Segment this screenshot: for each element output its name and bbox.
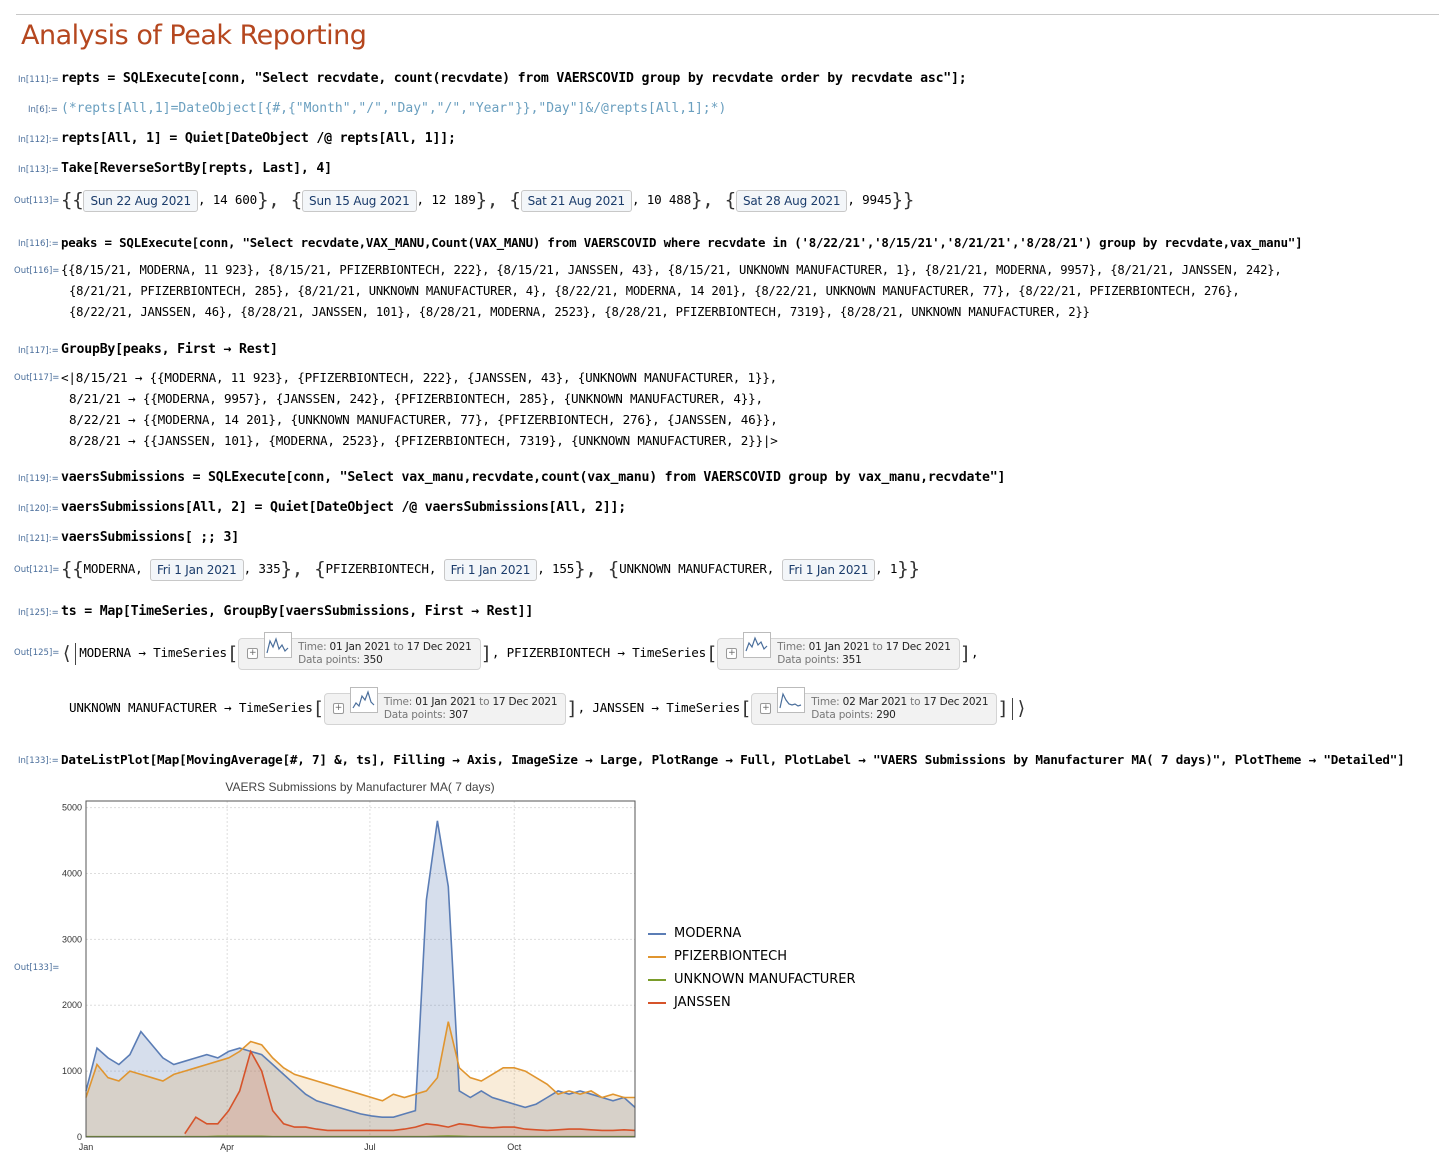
- input-cell-116[interactable]: peaks = SQLExecute[conn, "Select recvdat…: [61, 235, 1303, 250]
- input-label: In[117]:=: [18, 346, 59, 356]
- output-label: Out[121]=: [14, 565, 60, 575]
- top-divider: [16, 14, 1439, 15]
- input-cell-6-comment[interactable]: (*repts[All,1]=DateObject[{#,{"Month","/…: [61, 101, 726, 116]
- timeseries-thumbnail-icon: [264, 631, 298, 676]
- output-cell-121: {{MODERNA, Fri 1 Jan 2021, 335}, {PFIZER…: [61, 558, 920, 581]
- legend-label: PFIZERBIONTECH: [674, 949, 788, 964]
- input-label: In[121]:=: [18, 534, 59, 544]
- input-cell-113[interactable]: Take[ReverseSortBy[repts, Last], 4]: [61, 161, 332, 176]
- legend-item: PFIZERBIONTECH: [648, 945, 856, 968]
- section-title: Analysis of Peak Reporting: [21, 20, 367, 51]
- input-cell-125[interactable]: ts = Map[TimeSeries, GroupBy[vaersSubmis…: [61, 604, 533, 619]
- output-cell-117-line: 8/22/21 → {{MODERNA, 14 201}, {UNKNOWN M…: [69, 412, 778, 427]
- date-object[interactable]: Sat 21 Aug 2021: [520, 189, 632, 212]
- date-object[interactable]: Fri 1 Jan 2021: [781, 558, 876, 581]
- x-tick-label: Jul: [364, 1142, 376, 1152]
- x-axis-ticks: Jan Apr Jul Oct: [79, 1142, 522, 1152]
- input-cell-112[interactable]: repts[All, 1] = Quiet[DateObject /@ rept…: [61, 131, 456, 146]
- y-tick-label: 1000: [62, 1066, 82, 1076]
- output-cell-125-row1: ⟨ MODERNA → TimeSeries[+ Time: 01 Jan 2021…: [61, 631, 979, 675]
- x-tick-label: Apr: [220, 1142, 234, 1152]
- expand-icon[interactable]: +: [760, 703, 772, 714]
- input-label: In[6]:=: [28, 105, 58, 115]
- input-cell-111[interactable]: repts = SQLExecute[conn, "Select recvdat…: [61, 71, 967, 86]
- legend-label: MODERNA: [674, 926, 742, 941]
- output-cell-113: {{Sun 22 Aug 2021, 14 600}, {Sun 15 Aug …: [61, 189, 915, 212]
- timeseries-thumbnail-icon: [777, 686, 811, 731]
- output-cell-116-line: {8/21/21, PFIZERBIONTECH, 285}, {8/21/21…: [69, 284, 1240, 298]
- output-cell-116-line: {{8/15/21, MODERNA, 11 923}, {8/15/21, P…: [61, 263, 1282, 277]
- legend-swatch: [648, 955, 666, 958]
- timeseries-thumbnail-icon: [743, 631, 777, 676]
- input-label: In[113]:=: [18, 165, 59, 175]
- output-label: Out[116]=: [14, 266, 60, 276]
- input-cell-120[interactable]: vaersSubmissions[All, 2] = Quiet[DateObj…: [61, 500, 626, 515]
- output-label: Out[125]=: [14, 648, 60, 658]
- input-label: In[120]:=: [18, 504, 59, 514]
- timeseries-summary-box[interactable]: + Time: 01 Jan 2021 to 17 Dec 2021 Data po…: [323, 686, 567, 725]
- date-object[interactable]: Sat 28 Aug 2021: [735, 189, 848, 212]
- input-cell-117[interactable]: GroupBy[peaks, First → Rest]: [61, 342, 278, 357]
- x-tick-label: Oct: [507, 1142, 522, 1152]
- date-list-plot[interactable]: VAERS Submissions by Manufacturer MA( 7 …: [40, 775, 640, 1160]
- input-label: In[111]:=: [18, 75, 59, 85]
- output-cell-117-line: 8/21/21 → {{MODERNA, 9957}, {JANSSEN, 24…: [69, 391, 763, 406]
- legend-swatch: [648, 978, 666, 981]
- date-object[interactable]: Sun 22 Aug 2021: [83, 189, 198, 212]
- y-tick-label: 3000: [62, 934, 82, 944]
- input-cell-121[interactable]: vaersSubmissions[ ;; 3]: [61, 530, 239, 545]
- legend-item: MODERNA: [648, 922, 856, 945]
- series-fill: [86, 1021, 635, 1137]
- timeseries-thumbnail-icon: [349, 686, 384, 731]
- input-cell-133[interactable]: DateListPlot[Map[MovingAverage[#, 7] &, …: [61, 752, 1405, 767]
- expand-icon[interactable]: +: [247, 648, 259, 659]
- output-label: Out[113]=: [14, 196, 60, 206]
- timeseries-summary-box[interactable]: + Time: 02 Mar 2021 to 17 Dec 2021 Data po…: [751, 686, 998, 725]
- legend-swatch: [648, 1001, 666, 1004]
- legend-label: UNKNOWN MANUFACTURER: [674, 972, 856, 987]
- input-label: In[125]:=: [18, 608, 59, 618]
- input-cell-119[interactable]: vaersSubmissions = SQLExecute[conn, "Sel…: [61, 470, 1005, 485]
- date-object[interactable]: Sun 15 Aug 2021: [302, 189, 417, 212]
- y-axis-ticks: 0 1000 2000 3000 4000 5000: [62, 803, 82, 1142]
- chart-legend: MODERNA PFIZERBIONTECH UNKNOWN MANUFACTURE…: [648, 922, 856, 1014]
- y-tick-label: 5000: [62, 803, 82, 813]
- legend-swatch: [648, 932, 666, 935]
- date-object[interactable]: Fri 1 Jan 2021: [149, 558, 244, 581]
- y-tick-label: 4000: [62, 868, 82, 878]
- expand-icon[interactable]: +: [332, 703, 344, 714]
- output-cell-116-line: {8/22/21, JANSSEN, 46}, {8/28/21, JANSSE…: [69, 305, 1090, 319]
- input-label: In[119]:=: [18, 474, 59, 484]
- legend-label: JANSSEN: [674, 995, 731, 1010]
- timeseries-summary-box[interactable]: + Time: 01 Jan 2021 to 17 Dec 2021 Data po…: [717, 631, 960, 670]
- output-label: Out[117]=: [14, 373, 60, 383]
- timeseries-summary-box[interactable]: + Time: 01 Jan 2021 to 17 Dec 2021 Data po…: [238, 631, 481, 670]
- input-label: In[112]:=: [18, 135, 59, 145]
- legend-item: UNKNOWN MANUFACTURER: [648, 968, 856, 991]
- input-label: In[133]:=: [18, 756, 59, 766]
- input-label: In[116]:=: [18, 239, 59, 249]
- legend-item: JANSSEN: [648, 991, 856, 1014]
- output-cell-125-row2: UNKNOWN MANUFACTURER → TimeSeries[+ Time:…: [69, 686, 1027, 730]
- x-tick-label: Jan: [79, 1142, 94, 1152]
- output-cell-117-line: 8/28/21 → {{JANSSEN, 101}, {MODERNA, 252…: [69, 433, 778, 448]
- y-tick-label: 0: [77, 1132, 82, 1142]
- expand-icon[interactable]: +: [726, 648, 738, 659]
- date-object[interactable]: Fri 1 Jan 2021: [443, 558, 538, 581]
- output-cell-117-line: <|8/15/21 → {{MODERNA, 11 923}, {PFIZERB…: [61, 370, 778, 385]
- chart-title: VAERS Submissions by Manufacturer MA( 7 …: [225, 780, 494, 794]
- y-tick-label: 2000: [62, 1000, 82, 1010]
